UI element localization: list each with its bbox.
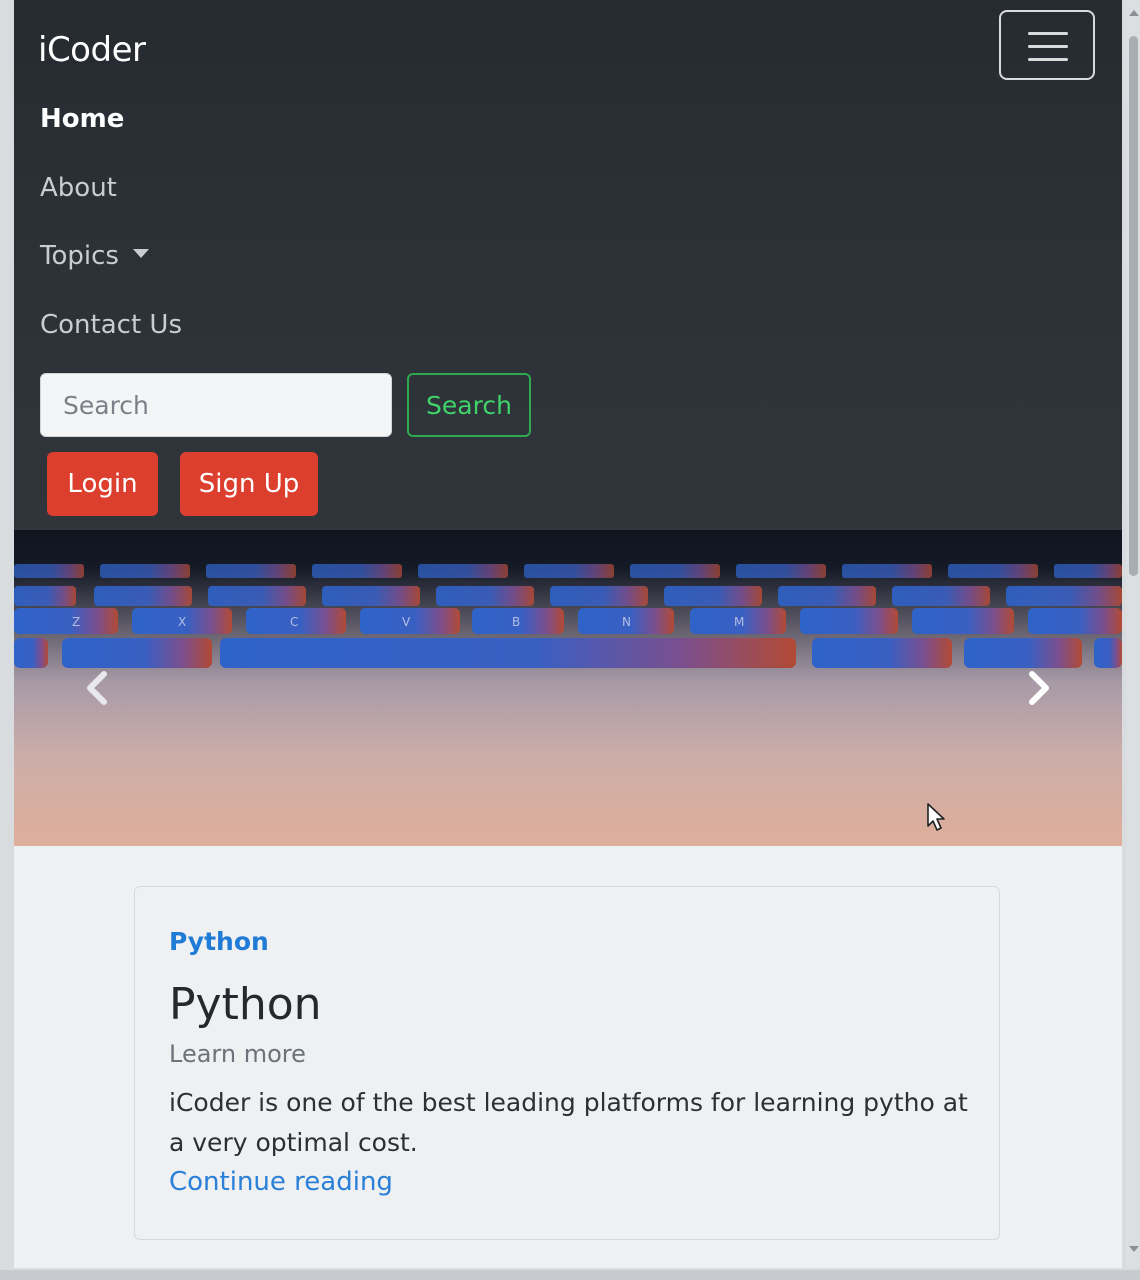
nav-link-topics-label: Topics <box>40 241 119 271</box>
keyboard-image: Z X C V B N M <box>14 564 1122 846</box>
hamburger-icon-bar <box>1028 45 1068 48</box>
key-letter-z: Z <box>72 615 80 629</box>
key-letter-v: V <box>402 615 411 629</box>
card-category: Python <box>169 927 269 956</box>
nav-link-topics[interactable]: Topics <box>40 241 149 271</box>
carousel-prev-button[interactable] <box>78 668 118 708</box>
mouse-cursor-icon <box>927 803 945 831</box>
nav-link-about[interactable]: About <box>40 173 117 203</box>
scroll-down-arrow-icon[interactable] <box>1129 1246 1139 1252</box>
search-button[interactable]: Search <box>407 373 531 437</box>
key-letter-m: M <box>734 615 744 629</box>
hero-carousel: Z X C V B N M <box>14 530 1122 846</box>
hamburger-icon <box>1028 32 1068 35</box>
chevron-right-icon <box>1029 671 1049 705</box>
nav-link-contact[interactable]: Contact Us <box>40 310 182 340</box>
login-button[interactable]: Login <box>47 452 158 516</box>
carousel-next-button[interactable] <box>1018 668 1058 708</box>
navbar: iCoder Home About Topics Contact Us Sear… <box>14 0 1122 530</box>
scroll-up-arrow-icon[interactable] <box>1129 10 1139 16</box>
browser-screen: iCoder Home About Topics Contact Us Sear… <box>0 0 1140 1280</box>
card-subtitle: Learn more <box>169 1040 306 1068</box>
page-viewport: iCoder Home About Topics Contact Us Sear… <box>14 0 1122 1268</box>
hamburger-icon-bar <box>1028 58 1068 61</box>
chevron-left-icon <box>87 671 107 705</box>
continue-reading-link[interactable]: Continue reading <box>169 1167 393 1197</box>
key-letter-n: N <box>622 615 631 629</box>
article-card: Python Python Learn more iCoder is one o… <box>134 886 1000 1240</box>
card-text: iCoder is one of the best leading platfo… <box>169 1088 968 1157</box>
signup-button[interactable]: Sign Up <box>180 452 318 516</box>
nav-link-home[interactable]: Home <box>40 104 124 134</box>
scrollbar-thumb[interactable] <box>1129 36 1138 576</box>
horizontal-scrollbar[interactable] <box>0 1270 1140 1280</box>
brand-logo[interactable]: iCoder <box>38 30 146 70</box>
navbar-toggler-button[interactable] <box>999 10 1095 80</box>
caret-down-icon <box>132 249 149 258</box>
card-title: Python <box>169 979 322 1030</box>
key-letter-c: C <box>290 615 298 629</box>
key-letter-b: B <box>512 615 520 629</box>
key-letter-x: X <box>178 615 186 629</box>
search-input[interactable] <box>40 373 392 437</box>
vertical-scrollbar[interactable] <box>1126 0 1140 1268</box>
